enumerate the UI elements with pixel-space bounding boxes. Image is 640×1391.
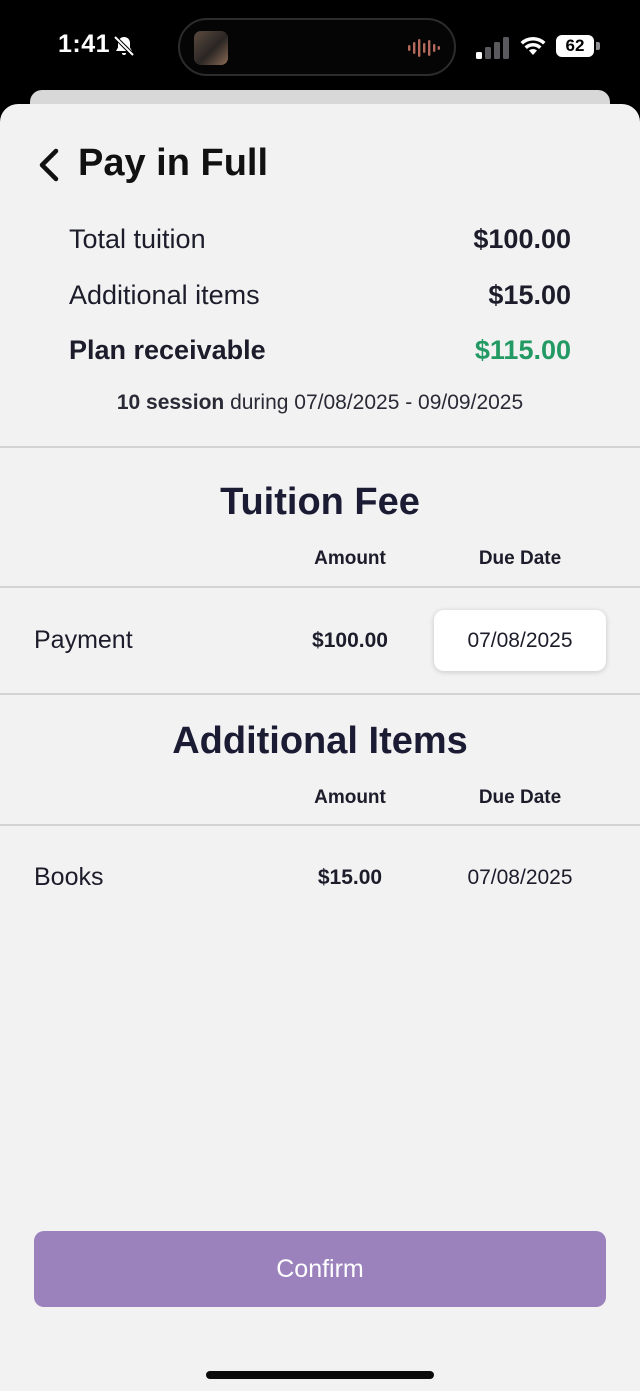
home-indicator[interactable] — [206, 1371, 434, 1379]
plan-receivable-row: Plan receivable $115.00 — [69, 335, 571, 375]
divider — [0, 693, 640, 695]
additional-items-title: Additional Items — [172, 720, 468, 762]
battery-icon: 62 — [556, 35, 594, 57]
battery-tip — [596, 42, 600, 50]
session-summary: 10 session during 07/08/2025 - 09/09/202… — [0, 391, 640, 415]
additional-items-row: Additional items $15.00 — [69, 280, 571, 320]
total-tuition-row: Total tuition $100.00 — [69, 224, 571, 264]
plan-receivable-label: Plan receivable — [69, 335, 266, 365]
payment-label: Payment — [34, 626, 133, 654]
total-tuition-label: Total tuition — [69, 224, 206, 254]
divider — [0, 446, 640, 448]
now-playing-artwork — [194, 31, 228, 65]
payment-amount: $100.00 — [312, 629, 388, 652]
page-title: Pay in Full — [78, 142, 269, 184]
total-tuition-value: $100.00 — [473, 224, 571, 254]
additional-items-label: Additional items — [69, 280, 260, 310]
wifi-icon — [520, 36, 546, 55]
audio-waveform-icon — [408, 39, 440, 57]
books-amount: $15.00 — [317, 866, 383, 889]
confirm-button[interactable]: Confirm — [34, 1231, 606, 1307]
session-count: 10 session — [116, 391, 225, 414]
back-chevron-left-icon[interactable] — [36, 147, 64, 183]
status-bar: 1:41 62 — [0, 0, 640, 96]
divider — [0, 824, 640, 826]
session-period: during 07/08/2025 - 09/09/2025 — [230, 391, 524, 414]
tuition-amount-header: Amount — [314, 548, 386, 569]
tuition-due-date-header: Due Date — [478, 548, 562, 569]
bell-slash-icon — [113, 35, 135, 57]
additional-amount-header: Amount — [314, 787, 386, 808]
additional-due-date-header: Due Date — [478, 787, 562, 808]
books-label: Books — [34, 863, 104, 891]
dynamic-island[interactable] — [178, 18, 456, 76]
payment-due-date-picker[interactable]: 07/08/2025 — [434, 610, 606, 671]
books-due-date: 07/08/2025 — [467, 866, 573, 889]
signal-icon — [476, 37, 509, 59]
divider — [0, 586, 640, 588]
additional-items-value: $15.00 — [488, 280, 571, 310]
plan-receivable-value: $115.00 — [474, 335, 571, 365]
status-time: 1:41 — [58, 30, 111, 58]
tuition-fee-title: Tuition Fee — [220, 481, 420, 523]
